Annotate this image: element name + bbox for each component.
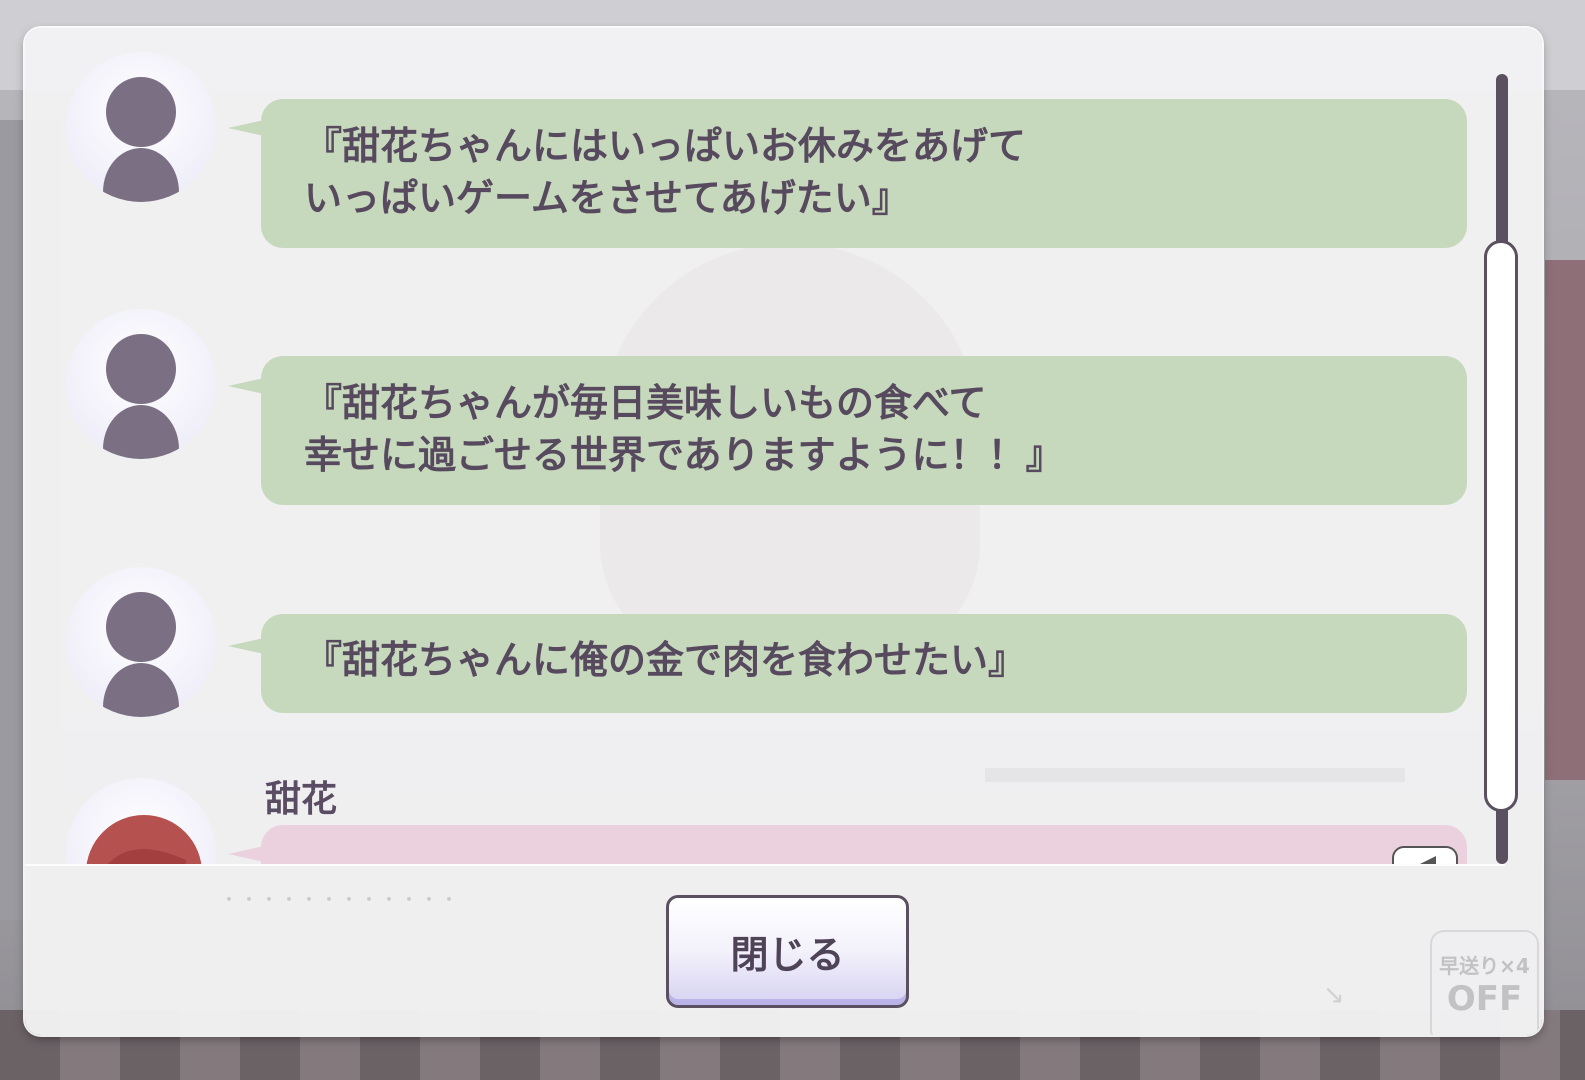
arrow-icon: ↘ [1323, 980, 1345, 1010]
background-curtain [1545, 260, 1585, 780]
speaker-name: 甜花 [265, 779, 338, 820]
voice-replay-button[interactable] [1392, 846, 1458, 864]
message-log-dialog: 『甜花ちゃんにはいっぱいお休みをあげて いっぱいゲームをさせてあげたい』 『甜花… [25, 28, 1542, 1035]
bubble-tail [228, 638, 264, 654]
message-text: 『甜花ちゃんが毎日美味しいもの食べて 幸せに過ごせる世界でありますように！！』 [304, 381, 1064, 477]
waiting-dots: ・・・・・・・・・・・・ [220, 890, 460, 911]
silhouette-icon [66, 52, 216, 202]
speaker-icon [1420, 856, 1436, 864]
character-portrait [66, 778, 216, 864]
divider [25, 864, 1505, 866]
close-button-label: 閉じる [730, 933, 845, 977]
scrollbar-thumb[interactable] [1484, 240, 1518, 812]
close-button[interactable]: 閉じる [666, 895, 909, 1008]
silhouette-icon [66, 567, 216, 717]
message-bubble [261, 825, 1467, 864]
bubble-tail [228, 846, 264, 862]
fast-forward-label: 早送り×4 [1439, 954, 1530, 978]
message-text: 『甜花ちゃんにはいっぱいお休みをあげて いっぱいゲームをさせてあげたい』 [304, 124, 1027, 220]
silhouette-icon [66, 309, 216, 459]
fast-forward-toggle: 早送り×4 OFF [1430, 930, 1539, 1035]
fast-forward-state: OFF [1446, 979, 1523, 1019]
message-text: 『甜花ちゃんに俺の金で肉を食わせたい』 [304, 638, 1027, 682]
bubble-tail [228, 120, 264, 136]
bubble-tail [228, 378, 264, 394]
message-log-list[interactable]: 『甜花ちゃんにはいっぱいお休みをあげて いっぱいゲームをさせてあげたい』 『甜花… [25, 28, 1505, 864]
